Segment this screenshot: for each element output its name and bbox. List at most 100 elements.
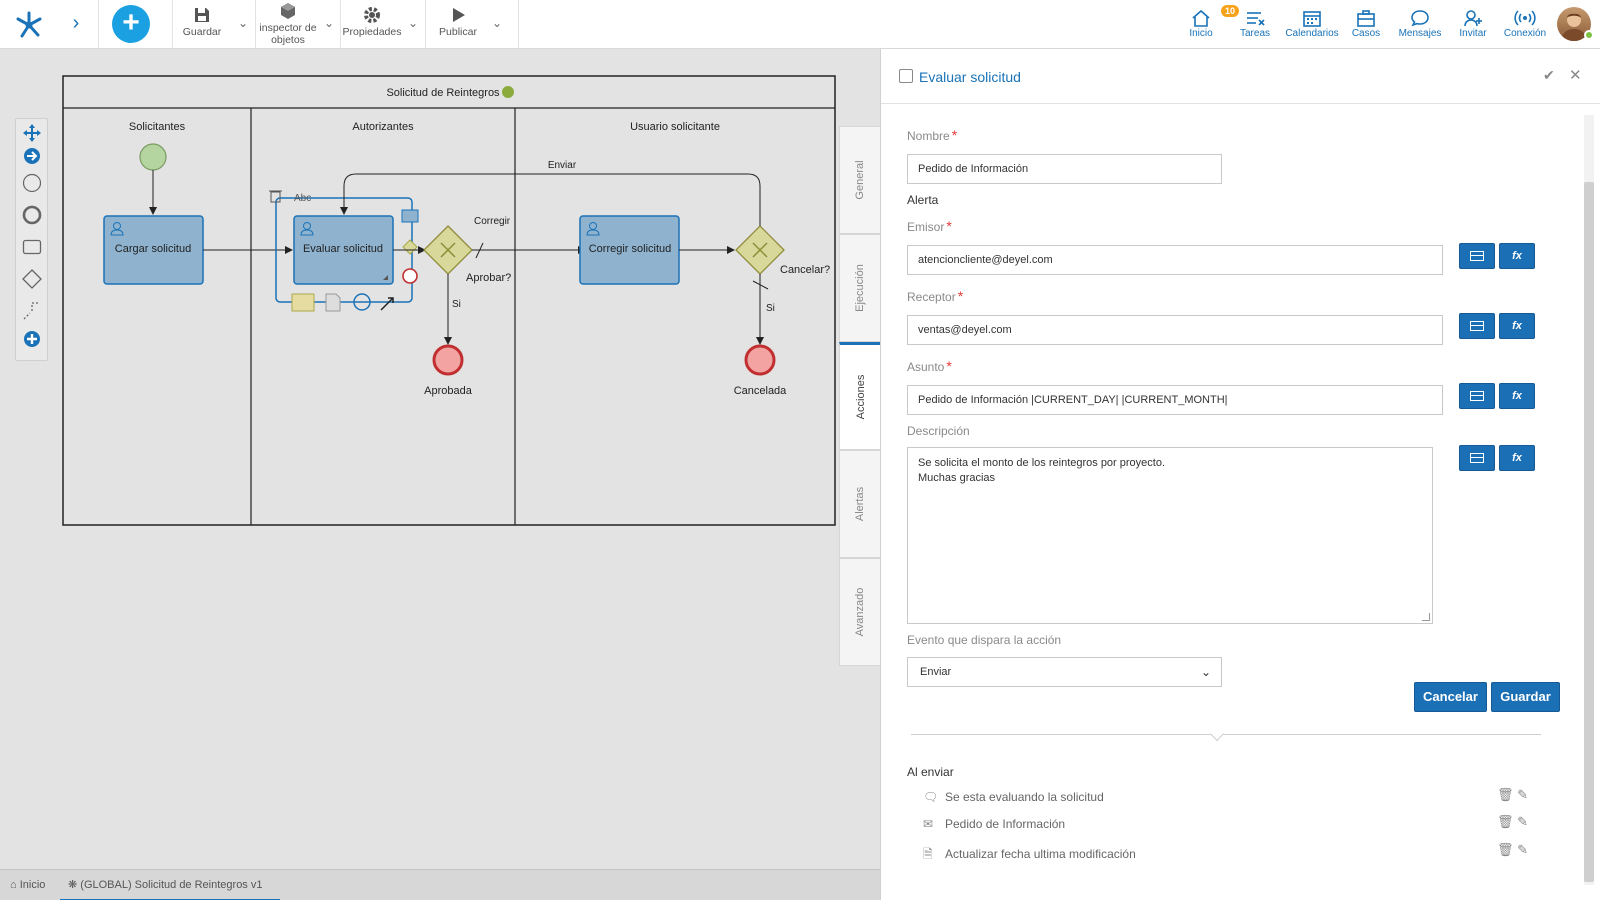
bottom-tab-inicio[interactable]: ⌂ Inicio bbox=[10, 870, 45, 900]
bpmn-canvas[interactable]: Solicitud de Reintegros Solicitantes Aut… bbox=[0, 49, 880, 869]
receptor-input[interactable]: ventas@deyel.com bbox=[907, 315, 1443, 345]
emisor-input[interactable]: atencioncliente@deyel.com bbox=[907, 245, 1443, 275]
nav-tareas[interactable]: 10 Tareas bbox=[1221, 5, 1278, 39]
nav-mensajes[interactable]: Mensajes bbox=[1395, 9, 1445, 39]
chat-icon: 🗨 bbox=[923, 790, 939, 804]
table-icon bbox=[1470, 391, 1484, 402]
trash-icon[interactable]: 🗑 bbox=[1497, 814, 1514, 829]
task-evaluar-label: Evaluar solicitud bbox=[303, 243, 383, 255]
end-event-cancelada[interactable] bbox=[744, 344, 776, 376]
nav-casos[interactable]: Casos bbox=[1348, 9, 1384, 39]
fx-icon: fx bbox=[1512, 320, 1522, 332]
inspector-dropdown-chevron-icon[interactable]: ⌄ bbox=[324, 16, 334, 30]
deyel-logo-icon[interactable] bbox=[14, 9, 44, 39]
properties-button[interactable]: Propiedades bbox=[342, 6, 402, 38]
expand-menu-icon[interactable]: › bbox=[66, 12, 86, 35]
tab-ejecucion[interactable]: Ejecución bbox=[839, 234, 881, 342]
append-task-tool-icon[interactable] bbox=[401, 209, 419, 223]
divider bbox=[911, 734, 1541, 735]
table-icon bbox=[1470, 453, 1484, 464]
tasks-icon bbox=[1247, 12, 1265, 26]
receptor-label: Receptor * bbox=[907, 288, 964, 304]
nav-calendarios[interactable]: Calendarios bbox=[1284, 9, 1340, 39]
action-item-label: Actualizar fecha ultima modificación bbox=[945, 847, 1136, 861]
flow-si-label-2: Si bbox=[766, 303, 775, 314]
pool-title: Solicitud de Reintegros bbox=[386, 87, 500, 99]
descripcion-formula-button[interactable]: fx bbox=[1499, 445, 1535, 471]
nav-tareas-label: Tareas bbox=[1239, 28, 1270, 39]
asunto-input[interactable]: Pedido de Información |CURRENT_DAY| |CUR… bbox=[907, 385, 1443, 415]
save-button[interactable]: Guardar bbox=[180, 6, 224, 38]
save-action-button[interactable]: Guardar bbox=[1491, 682, 1560, 712]
chat-bubble-icon bbox=[1411, 10, 1429, 27]
save-dropdown-chevron-icon[interactable]: ⌄ bbox=[238, 16, 248, 30]
nombre-input[interactable]: Pedido de Información bbox=[907, 154, 1222, 184]
descripcion-textarea[interactable]: Se solicita el monto de los reintegros p… bbox=[907, 447, 1433, 624]
end-event-aprobada[interactable] bbox=[432, 344, 464, 376]
connection-signal-icon bbox=[1514, 10, 1536, 26]
descripcion-field-picker-button[interactable] bbox=[1459, 445, 1495, 471]
cube-icon bbox=[281, 3, 295, 19]
pencil-icon[interactable]: ✎ bbox=[1517, 814, 1528, 829]
action-item[interactable]: 🗎 Actualizar fecha ultima modificación bbox=[923, 845, 1136, 866]
panel-select-checkbox[interactable] bbox=[899, 69, 913, 83]
publish-dropdown-chevron-icon[interactable]: ⌄ bbox=[492, 16, 502, 30]
action-item[interactable]: ✉ Pedido de Información bbox=[923, 817, 1065, 831]
receptor-field-picker-button[interactable] bbox=[1459, 313, 1495, 339]
action-item[interactable]: 🗨 Se esta evaluando la solicitud bbox=[923, 790, 1104, 804]
tab-acciones[interactable]: Acciones bbox=[839, 342, 881, 450]
textarea-resize-grip[interactable] bbox=[1422, 613, 1430, 621]
confirm-check-icon[interactable]: ✔ bbox=[1543, 67, 1555, 84]
append-gateway-tool-icon[interactable] bbox=[402, 239, 418, 255]
flow-si-label-1: Si bbox=[452, 299, 461, 310]
action-item-label: Pedido de Información bbox=[945, 817, 1066, 831]
nav-conexion[interactable]: Conexión bbox=[1500, 9, 1550, 39]
add-user-icon bbox=[1464, 10, 1482, 27]
trash-icon[interactable]: 🗑 bbox=[1497, 842, 1514, 857]
object-inspector-button[interactable]: inspector de objetos bbox=[258, 2, 318, 46]
tab-alertas[interactable]: Alertas bbox=[839, 450, 881, 558]
tab-avanzado[interactable]: Avanzado bbox=[839, 558, 881, 666]
append-end-event-tool-icon[interactable] bbox=[402, 268, 418, 284]
panel-scrollbar-thumb[interactable] bbox=[1584, 182, 1594, 882]
publish-button[interactable]: Publicar bbox=[436, 6, 480, 38]
properties-dropdown-chevron-icon[interactable]: ⌄ bbox=[408, 16, 418, 30]
descripcion-text: Se solicita el monto de los reintegros p… bbox=[918, 457, 1166, 484]
inspector-label-line2: objetos bbox=[271, 34, 305, 46]
receptor-formula-button[interactable]: fx bbox=[1499, 313, 1535, 339]
asunto-formula-button[interactable]: fx bbox=[1499, 383, 1535, 409]
nav-inicio[interactable]: Inicio bbox=[1180, 9, 1222, 39]
fx-icon: fx bbox=[1512, 390, 1522, 402]
cancel-button[interactable]: Cancelar bbox=[1414, 682, 1487, 712]
chevron-down-icon: ⌄ bbox=[1200, 665, 1211, 679]
nav-invitar[interactable]: Invitar bbox=[1454, 9, 1492, 39]
trash-icon[interactable]: 🗑 bbox=[1497, 787, 1514, 802]
bottom-tab-bar: ⌂ Inicio ❋ (GLOBAL) Solicitud de Reinteg… bbox=[0, 869, 880, 900]
tab-general[interactable]: General bbox=[839, 126, 881, 234]
close-icon[interactable]: ✕ bbox=[1569, 66, 1582, 84]
asunto-field-picker-button[interactable] bbox=[1459, 383, 1495, 409]
pencil-icon[interactable]: ✎ bbox=[1517, 787, 1528, 802]
collapse-notch-icon[interactable] bbox=[1209, 726, 1225, 742]
connect-arrow-tool-icon[interactable] bbox=[380, 297, 394, 311]
flow-enviar-label: Enviar bbox=[548, 160, 577, 171]
lane-title-solicitantes: Solicitantes bbox=[129, 121, 186, 133]
append-document-tool-icon[interactable] bbox=[325, 293, 341, 312]
tasks-count-badge: 10 bbox=[1221, 5, 1240, 17]
emisor-field-picker-button[interactable] bbox=[1459, 243, 1495, 269]
bottom-tab-proceso[interactable]: ❋ (GLOBAL) Solicitud de Reintegros v1 ✖ bbox=[60, 870, 280, 900]
trash-tool-icon[interactable] bbox=[269, 190, 282, 203]
alerta-label: Alerta bbox=[907, 193, 939, 207]
pool[interactable] bbox=[62, 75, 836, 526]
bottom-tab-inicio-label: Inicio bbox=[19, 879, 46, 891]
lane-title-usuario: Usuario solicitante bbox=[630, 121, 720, 133]
evento-select[interactable]: Enviar ⌄ bbox=[907, 657, 1222, 687]
tab-general-label: General bbox=[854, 160, 866, 200]
emisor-formula-button[interactable]: fx bbox=[1499, 243, 1535, 269]
pencil-icon[interactable]: ✎ bbox=[1517, 842, 1528, 857]
process-icon: ❋ bbox=[68, 879, 78, 891]
start-event[interactable] bbox=[139, 143, 167, 171]
new-item-button[interactable]: + bbox=[112, 5, 150, 43]
text-annotation-tool[interactable]: Abc bbox=[294, 193, 311, 204]
append-data-object-tool-icon[interactable] bbox=[291, 293, 315, 312]
